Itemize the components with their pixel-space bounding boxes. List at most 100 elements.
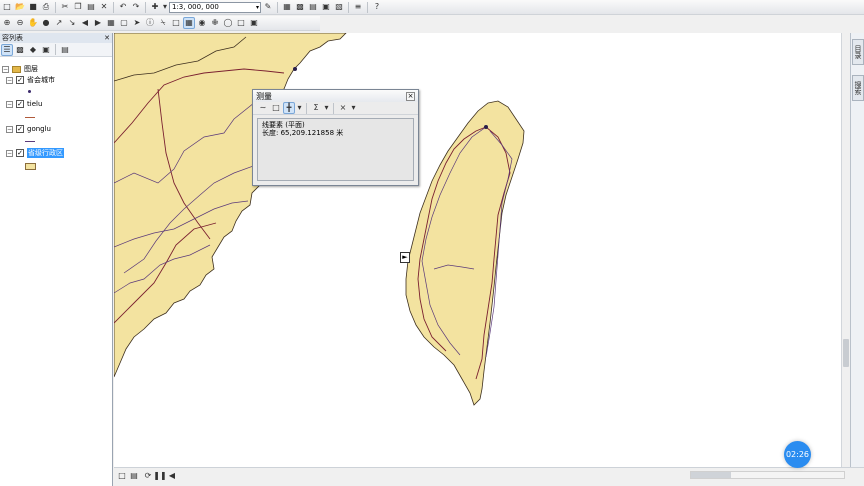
map-canvas[interactable] [114, 33, 841, 467]
arctoolbox-icon[interactable]: ▣ [320, 1, 332, 13]
list-by-selection-icon[interactable]: ▣ [40, 44, 52, 56]
horizontal-scrollbar[interactable] [690, 471, 845, 479]
measure-dialog-titlebar[interactable]: 测量 × [253, 90, 418, 102]
find-route-icon[interactable]: ◉ [196, 17, 208, 29]
scrollbar-thumb[interactable] [843, 339, 849, 367]
identify-icon[interactable]: ⓘ [144, 17, 156, 29]
cut-icon[interactable]: ✂ [59, 1, 71, 13]
viewer-window-icon[interactable]: □ [235, 17, 247, 29]
find-icon[interactable]: ⍀ [157, 17, 169, 29]
chevron-down-icon[interactable]: ▾ [256, 3, 260, 12]
go-to-xy-icon[interactable]: ✙ [209, 17, 221, 29]
line-symbol-icon [25, 117, 35, 118]
toolbar-separator [145, 1, 146, 13]
clear-results-icon[interactable]: × [337, 102, 349, 114]
collapse-icon[interactable]: − [6, 100, 13, 108]
table-window-icon[interactable]: ▦ [281, 1, 293, 13]
chevron-down-icon[interactable]: ▾ [296, 102, 303, 114]
layer-visibility-checkbox[interactable]: ✓ [16, 149, 24, 157]
toc-layer-item[interactable]: − ✓ 省级行政区 [6, 148, 64, 158]
options-icon[interactable]: ▤ [59, 44, 71, 56]
layer-visibility-checkbox[interactable]: ✓ [16, 100, 24, 108]
chevron-down-icon[interactable]: ▾ [323, 102, 330, 114]
model-builder-icon[interactable]: ≡ [352, 1, 364, 13]
full-extent-globe-icon[interactable]: ● [40, 17, 52, 29]
list-by-source-icon[interactable]: ▩ [14, 44, 26, 56]
collapse-icon[interactable]: − [6, 125, 13, 133]
search-tab[interactable]: 搜索 [852, 75, 864, 101]
zoom-out-icon[interactable]: ⊖ [14, 17, 26, 29]
paste-icon[interactable]: ▤ [85, 1, 97, 13]
layer-name-selected[interactable]: 省级行政区 [27, 148, 64, 158]
vertical-scrollbar[interactable] [841, 33, 850, 467]
undo-icon[interactable]: ↶ [117, 1, 129, 13]
measure-area-icon[interactable]: □ [270, 102, 282, 114]
collapse-icon[interactable]: − [6, 76, 13, 84]
search-window-icon[interactable]: ▤ [307, 1, 319, 13]
delete-icon[interactable]: ✕ [98, 1, 110, 13]
toc-layer-item[interactable]: − ✓ gonglu [6, 124, 51, 134]
layers-root-label: 图层 [24, 65, 38, 73]
toolbar-separator [306, 102, 307, 114]
layer-visibility-checkbox[interactable]: ✓ [16, 125, 24, 133]
select-features-icon[interactable]: ▦ [105, 17, 117, 29]
fixed-zoom-out-icon[interactable]: ↘ [66, 17, 78, 29]
close-icon[interactable]: ✕ [104, 34, 110, 42]
catalog-tab[interactable]: 目录 [852, 39, 864, 65]
redo-icon[interactable]: ↷ [130, 1, 142, 13]
layer-name[interactable]: 省会城市 [27, 75, 55, 85]
list-by-drawing-order-icon[interactable]: ☰ [1, 43, 13, 56]
map-scale-combobox[interactable]: 1:3, 000, 000 ▾ [169, 1, 261, 13]
toolbar-separator [277, 1, 278, 13]
scrollbar-thumb[interactable] [691, 472, 731, 478]
python-window-icon[interactable]: ▧ [333, 1, 345, 13]
mainland-polygon[interactable] [114, 33, 347, 378]
map-display[interactable] [114, 33, 841, 467]
scroll-left-icon[interactable]: ◀ [166, 470, 178, 482]
add-data-icon[interactable]: ✚ [149, 1, 161, 13]
catalog-icon[interactable]: ▩ [294, 1, 306, 13]
layers-root[interactable]: − 图层 [2, 64, 38, 74]
chevron-down-icon[interactable]: ▾ [350, 102, 357, 114]
close-icon[interactable]: × [406, 91, 415, 101]
layout-view-icon[interactable]: ▤ [128, 470, 140, 482]
html-popup-icon[interactable]: □ [170, 17, 182, 29]
layer-visibility-checkbox[interactable]: ✓ [16, 76, 24, 84]
layer-name[interactable]: gonglu [27, 125, 51, 133]
editor-toolbar-icon[interactable]: ✎ [262, 1, 274, 13]
add-data-dropdown-icon[interactable]: ▾ [162, 1, 168, 13]
layer-name[interactable]: tielu [27, 100, 42, 108]
measure-tool-icon[interactable]: ▦ [183, 17, 195, 29]
measure-feature-icon[interactable]: ╋ [283, 102, 295, 114]
list-by-visibility-icon[interactable]: ◆ [27, 44, 39, 56]
select-elements-arrow-icon[interactable]: ➤ [131, 17, 143, 29]
provincial-capital-point[interactable] [484, 125, 488, 129]
forward-extent-icon[interactable]: ▶ [92, 17, 104, 29]
measure-line-icon[interactable]: ∼ [257, 102, 269, 114]
swipe-icon[interactable]: ▣ [248, 17, 260, 29]
new-document-icon[interactable]: □ [1, 1, 13, 13]
back-extent-icon[interactable]: ◀ [79, 17, 91, 29]
fixed-zoom-in-icon[interactable]: ↗ [53, 17, 65, 29]
provincial-capital-point[interactable] [293, 67, 297, 71]
whats-this-icon[interactable]: ? [371, 1, 383, 13]
toolbar-separator [55, 1, 56, 13]
zoom-in-icon[interactable]: ⊕ [1, 17, 13, 29]
save-icon[interactable]: ■ [27, 1, 39, 13]
clear-selection-icon[interactable]: ▢ [118, 17, 130, 29]
toc-layer-item[interactable]: − ✓ tielu [6, 99, 42, 109]
pause-drawing-icon[interactable]: ❚❚ [153, 470, 166, 482]
time-slider-icon[interactable]: ◯ [222, 17, 234, 29]
table-of-contents-panel: 容列表 ✕ ☰ ▩ ◆ ▣ ▤ − 图层 − ✓ 省会城市 − ✓ tielu [0, 33, 113, 486]
pan-hand-icon[interactable]: ✋ [27, 17, 39, 29]
collapse-icon[interactable]: − [6, 149, 13, 157]
print-icon[interactable]: ⎙ [40, 1, 52, 13]
toc-title: 容列表 [2, 34, 23, 42]
data-view-icon[interactable]: □ [116, 470, 128, 482]
refresh-icon[interactable]: ⟳ [142, 470, 154, 482]
copy-icon[interactable]: ❐ [72, 1, 84, 13]
open-folder-icon[interactable]: 📂 [14, 1, 26, 13]
collapse-icon[interactable]: − [2, 65, 9, 73]
toc-layer-item[interactable]: − ✓ 省会城市 [6, 75, 55, 85]
sigma-icon[interactable]: Σ [310, 102, 322, 114]
